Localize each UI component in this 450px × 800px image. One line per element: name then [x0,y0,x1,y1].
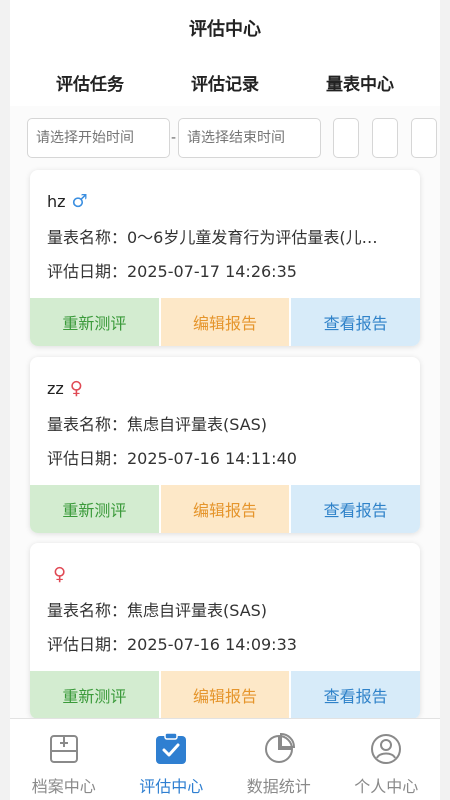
assessment-icon [153,731,189,767]
nav-label: 数据统计 [246,777,311,796]
record-card: hz ♂ 量表名称：0～6岁儿童发育行为评估量表(儿… 评估日期：2025-07… [30,170,420,346]
nav-personal-center[interactable]: 个人中心 [333,719,441,800]
nav-label: 档案中心 [31,777,96,796]
nav-archive-center[interactable]: 档案中心 [10,719,118,800]
edit-report-button[interactable]: 编辑报告 [160,298,290,346]
record-actions: 重新测评 编辑报告 查看报告 [30,485,420,533]
record-card: zz ♀ 量表名称：焦虑自评量表(SAS) 评估日期：2025-07-16 14… [30,357,420,533]
filter-option-button-1[interactable] [333,118,359,158]
filter-option-button-2[interactable] [372,118,398,158]
male-icon: ♂ [71,190,88,212]
page-title: 评估中心 [189,19,261,40]
edit-report-button[interactable]: 编辑报告 [160,485,290,533]
user-icon [368,731,404,767]
pie-chart-icon [261,731,297,767]
record-scale-name: 量表名称：焦虑自评量表(SAS) [47,415,268,434]
retest-button[interactable]: 重新测评 [30,298,159,346]
archive-icon [46,731,82,767]
end-date-input[interactable] [178,118,321,158]
tab-bar: 评估任务 评估记录 量表中心 [10,56,440,156]
record-actions: 重新测评 编辑报告 查看报告 [30,298,420,346]
tab-assessment-tasks[interactable]: 评估任务 [40,64,140,100]
record-scale-name: 量表名称：0～6岁儿童发育行为评估量表(儿… [47,228,378,247]
date-separator: - [171,130,177,146]
nav-assessment-center[interactable]: 评估中心 [118,719,226,800]
bottom-nav: 档案中心 评估中心 数据统计 个人中心 [10,718,440,800]
edit-report-button[interactable]: 编辑报告 [160,671,290,719]
record-name-line: zz ♀ [47,375,83,401]
tab-assessment-records[interactable]: 评估记录 [175,64,275,100]
filter-option-button-3[interactable] [411,118,437,158]
record-name: zz [47,378,64,398]
retest-button[interactable]: 重新测评 [30,671,159,719]
page-header: 评估中心 [10,0,440,56]
nav-label: 评估中心 [139,777,204,796]
view-report-button[interactable]: 查看报告 [291,298,420,346]
female-icon: ♀ [53,563,67,585]
record-name-line: hz ♂ [47,188,88,214]
record-name-line: ♀ [47,561,66,587]
view-report-button[interactable]: 查看报告 [291,671,420,719]
record-card: ♀ 量表名称：焦虑自评量表(SAS) 评估日期：2025-07-16 14:09… [30,543,420,719]
record-date: 评估日期：2025-07-17 14:26:35 [47,262,297,281]
record-date: 评估日期：2025-07-16 14:11:40 [47,449,297,468]
start-date-input[interactable] [27,118,170,158]
date-filter: - [10,108,440,168]
app-frame: 评估中心 评估任务 评估记录 量表中心 - hz ♂ 量表名称：0～6岁儿童发育… [0,0,450,800]
nav-data-statistics[interactable]: 数据统计 [225,719,333,800]
record-name: hz [47,191,66,211]
app-screen: 评估中心 评估任务 评估记录 量表中心 - hz ♂ 量表名称：0～6岁儿童发育… [10,0,440,800]
female-icon: ♀ [69,377,83,399]
record-scale-name: 量表名称：焦虑自评量表(SAS) [47,601,268,620]
view-report-button[interactable]: 查看报告 [291,485,420,533]
nav-label: 个人中心 [354,777,419,796]
record-date: 评估日期：2025-07-16 14:09:33 [47,635,297,654]
tab-scale-center[interactable]: 量表中心 [305,64,415,100]
record-actions: 重新测评 编辑报告 查看报告 [30,671,420,719]
retest-button[interactable]: 重新测评 [30,485,159,533]
